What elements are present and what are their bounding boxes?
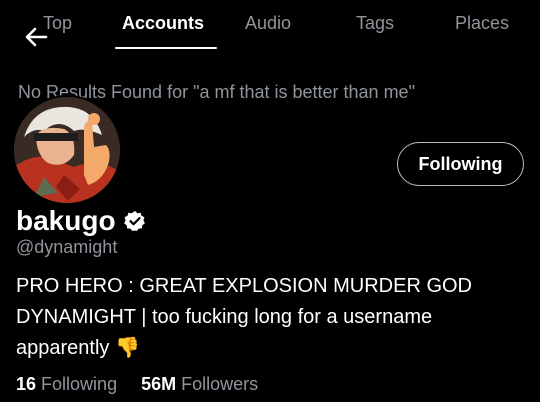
arrow-left-icon [25,27,48,47]
verified-badge-icon [123,211,145,231]
avatar[interactable] [12,95,122,205]
following-count: 16 [16,374,37,394]
following-button[interactable]: Following [397,142,524,186]
display-name: bakugo [16,205,116,236]
avatar-illustration [14,97,120,203]
followers-count: 56M [141,374,177,394]
following-label: Following [41,374,118,394]
tab-audio[interactable]: Audio [245,13,291,34]
search-tabs: Top Accounts Audio Tags Places [0,0,540,52]
tab-places[interactable]: Places [455,13,509,34]
followers-stat[interactable]: 56M Followers [141,374,258,394]
following-stat[interactable]: 16 Following [16,374,122,394]
profile-bio: PRO HERO : GREAT EXPLOSION MURDER GOD DY… [16,275,472,359]
profile-handle: @dynamight [16,237,118,257]
followers-label: Followers [181,374,259,394]
tab-accounts[interactable]: Accounts [122,13,204,34]
profile-name-row: bakugo [16,205,146,237]
tab-tags[interactable]: Tags [356,13,394,34]
back-button[interactable] [22,22,52,52]
active-tab-indicator [115,47,217,49]
profile-stats: 16 Following 56M Followers [16,374,258,395]
